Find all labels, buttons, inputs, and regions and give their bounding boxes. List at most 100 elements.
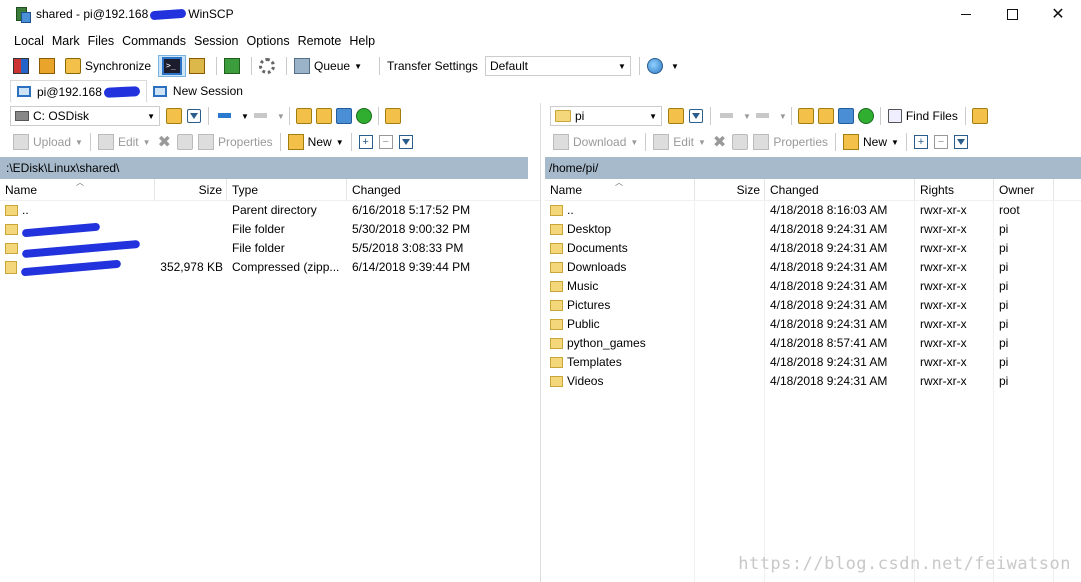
table-row[interactable]: 352,978 KB Compressed (zipp... 6/14/2018… — [0, 258, 540, 277]
open-directory-icon[interactable] — [668, 108, 684, 124]
table-row[interactable]: Documents 4/18/2018 9:24:31 AM rwxr-xr-x pi — [545, 239, 1081, 258]
parent-directory-icon[interactable] — [797, 108, 814, 124]
forward-arrow-icon[interactable] — [252, 109, 270, 123]
chevron-down-icon[interactable]: ▼ — [743, 112, 751, 121]
table-row[interactable]: File folder 5/30/2018 9:00:32 PM — [0, 220, 540, 239]
root-directory-icon[interactable] — [315, 108, 332, 124]
filter-icon[interactable] — [953, 135, 968, 149]
open-directory-icon[interactable] — [166, 108, 182, 124]
local-new-button[interactable]: New ▼ — [285, 131, 347, 153]
file-name: Pictures — [545, 296, 695, 315]
local-drive-select[interactable]: C: OSDisk ▼ — [10, 106, 160, 126]
file-owner: pi — [999, 279, 1009, 293]
delete-icon[interactable]: ✖ — [713, 132, 726, 152]
find-icon[interactable] — [384, 108, 401, 124]
table-row[interactable]: Videos 4/18/2018 9:24:31 AM rwxr-xr-x pi — [545, 372, 1081, 391]
local-edit-button[interactable]: Edit ▼ — [95, 131, 154, 153]
filter-icon[interactable] — [398, 135, 413, 149]
local-path-bar[interactable]: :\EDisk\Linux\shared\ — [0, 157, 528, 179]
local-col-changed[interactable]: Changed — [347, 179, 497, 201]
home-icon[interactable] — [335, 108, 352, 124]
table-row[interactable]: Desktop 4/18/2018 9:24:31 AM rwxr-xr-x pi — [545, 220, 1081, 239]
unselect-files-icon[interactable]: − — [378, 135, 393, 149]
menu-files[interactable]: Files — [84, 32, 118, 50]
chevron-down-icon[interactable]: ▼ — [241, 112, 249, 121]
menu-commands[interactable]: Commands — [118, 32, 190, 50]
find-files-button[interactable]: Find Files — [885, 105, 961, 127]
tab-new-session[interactable]: New Session — [147, 80, 249, 102]
transfer-settings-select[interactable]: Default ▼ — [484, 56, 631, 76]
remote-new-button[interactable]: New ▼ — [840, 131, 902, 153]
local-col-type[interactable]: Type — [227, 178, 347, 201]
locate-icon[interactable] — [971, 108, 988, 124]
tab-current-session[interactable]: pi@192.168 — [10, 80, 147, 102]
putty-button[interactable] — [186, 55, 212, 77]
select-files-icon[interactable]: + — [913, 135, 928, 149]
back-arrow-icon[interactable] — [216, 109, 234, 123]
remote-edit-button[interactable]: Edit ▼ — [650, 131, 709, 153]
table-row[interactable]: Downloads 4/18/2018 9:24:31 AM rwxr-xr-x pi — [545, 258, 1081, 277]
chevron-down-icon[interactable]: ▼ — [779, 112, 787, 121]
rename-icon[interactable] — [732, 134, 749, 150]
upload-button[interactable]: Upload ▼ — [10, 131, 86, 153]
remote-col-rights[interactable]: Rights — [915, 178, 994, 201]
toolbar-separator — [350, 133, 352, 151]
file-size — [155, 239, 227, 258]
menu-mark[interactable]: Mark — [48, 32, 84, 50]
root-directory-icon[interactable] — [817, 108, 834, 124]
table-row[interactable]: Pictures 4/18/2018 9:24:31 AM rwxr-xr-x pi — [545, 296, 1081, 315]
close-button[interactable]: ✕ — [1035, 0, 1081, 28]
local-column-headers: ︿ Name Size Type Changed — [0, 178, 540, 201]
refresh-icon[interactable] — [857, 108, 874, 124]
menu-remote[interactable]: Remote — [294, 32, 346, 50]
maximize-button[interactable] — [989, 0, 1035, 28]
queue-icon — [294, 58, 311, 74]
file-name-text: Music — [567, 279, 599, 293]
parent-directory-icon[interactable] — [295, 108, 312, 124]
title-bar: shared - pi@192.168 WinSCP ✕ — [0, 0, 1081, 28]
table-row[interactable]: File folder 5/5/2018 3:08:33 PM — [0, 239, 540, 258]
remote-properties-button[interactable]: Properties — [750, 131, 831, 153]
local-col-size[interactable]: Size — [155, 178, 227, 201]
home-icon[interactable] — [837, 108, 854, 124]
table-row[interactable]: Templates 4/18/2018 9:24:31 AM rwxr-xr-x pi — [545, 353, 1081, 372]
minimize-button[interactable] — [943, 0, 989, 28]
table-row[interactable]: .. Parent directory 6/16/2018 5:17:52 PM — [0, 201, 540, 220]
menu-help[interactable]: Help — [345, 32, 379, 50]
queue-button[interactable]: Queue ▼ — [291, 55, 365, 77]
menu-options[interactable]: Options — [242, 32, 293, 50]
remote-path-bar[interactable]: /home/pi/ — [545, 157, 1081, 179]
file-name-text: Desktop — [567, 222, 612, 236]
filter-icon[interactable] — [187, 109, 201, 123]
menu-session[interactable]: Session — [190, 32, 242, 50]
chevron-down-icon[interactable]: ▼ — [277, 112, 285, 121]
compare-directories-button[interactable] — [10, 55, 36, 77]
table-row[interactable]: python_games 4/18/2018 8:57:41 AM rwxr-xr-… — [545, 334, 1081, 353]
toolbar-separator — [279, 133, 281, 151]
remote-col-owner[interactable]: Owner — [994, 178, 1054, 201]
open-terminal-button[interactable] — [158, 55, 187, 77]
rename-icon[interactable] — [176, 134, 193, 150]
local-properties-button[interactable]: Properties — [195, 131, 276, 153]
download-button[interactable]: Download ▼ — [550, 131, 641, 153]
back-arrow-icon[interactable] — [718, 109, 736, 123]
remote-col-changed[interactable]: Changed — [765, 178, 915, 201]
sync-browsing-button[interactable] — [36, 55, 62, 77]
remote-col-size[interactable]: Size — [695, 178, 765, 201]
delete-icon[interactable]: ✖ — [158, 132, 171, 152]
keep-remote-up-to-date-button[interactable] — [221, 55, 247, 77]
preferences-button[interactable] — [256, 55, 282, 77]
transfer-settings-preset-button[interactable]: ▼ — [644, 55, 682, 77]
filter-icon[interactable] — [689, 109, 703, 123]
refresh-icon[interactable] — [355, 108, 372, 124]
unselect-files-icon[interactable]: − — [933, 135, 948, 149]
remote-directory-select[interactable]: pi ▼ — [550, 106, 662, 126]
table-row[interactable]: Public 4/18/2018 9:24:31 AM rwxr-xr-x pi — [545, 315, 1081, 334]
table-row[interactable]: Music 4/18/2018 9:24:31 AM rwxr-xr-x pi — [545, 277, 1081, 296]
synchronize-button[interactable]: Synchronize — [62, 55, 154, 77]
menu-local[interactable]: Local — [10, 32, 48, 50]
table-row[interactable]: .. 4/18/2018 8:16:03 AM rwxr-xr-x root — [545, 201, 1081, 220]
select-files-icon[interactable]: + — [358, 135, 373, 149]
forward-arrow-icon[interactable] — [754, 109, 772, 123]
gear-icon — [259, 58, 276, 74]
